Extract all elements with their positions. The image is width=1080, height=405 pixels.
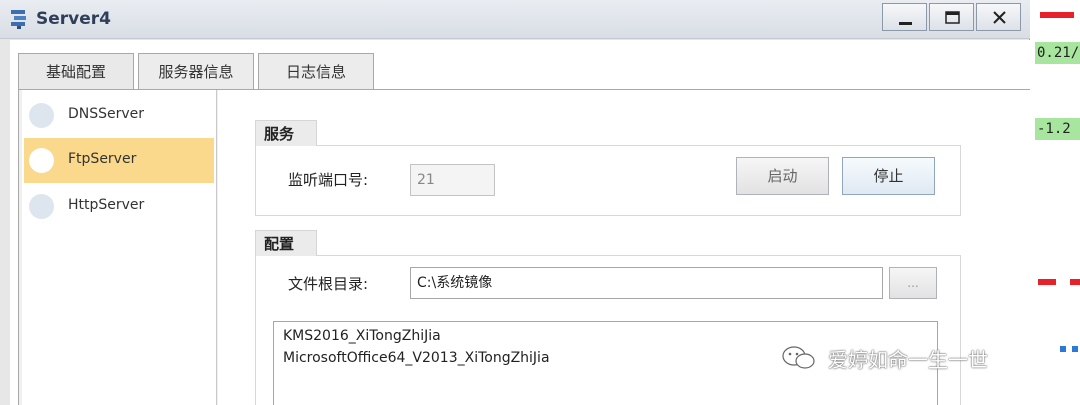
maximize-button[interactable]: [929, 3, 974, 31]
browse-button[interactable]: ...: [889, 267, 937, 299]
server-app-icon: [11, 10, 26, 29]
link-segment: [1070, 279, 1080, 285]
watermark-text: 爱婷如命一生一世: [828, 348, 988, 372]
server-list: DNSServer FtpServer HttpServer: [22, 90, 217, 405]
list-item-label: FtpServer: [68, 151, 137, 167]
minimize-icon: [899, 22, 912, 25]
list-item-dnsserver[interactable]: DNSServer: [24, 93, 214, 138]
title-bar[interactable]: Server4: [0, 0, 1030, 39]
tab-server-info[interactable]: 服务器信息: [138, 53, 254, 89]
background-topology-canvas: 0.21/ -1.2: [1030, 0, 1080, 405]
status-circle-icon: [29, 148, 54, 173]
list-item[interactable]: MicrosoftOffice64_V2013_XiTongZhiJia: [283, 350, 550, 366]
link-segment: [1040, 12, 1074, 18]
list-item-httpserver[interactable]: HttpServer: [24, 184, 214, 229]
minimize-button[interactable]: [882, 3, 927, 31]
stop-button[interactable]: 停止: [842, 157, 935, 195]
ip-label-2: -1.2: [1035, 118, 1080, 140]
status-circle-icon: [29, 194, 54, 219]
wechat-icon: [782, 346, 815, 369]
config-group-heading: 配置: [255, 230, 317, 256]
start-button[interactable]: 启动: [736, 157, 829, 195]
close-icon: [993, 11, 1006, 24]
close-button[interactable]: [976, 3, 1021, 31]
tab-basic-config[interactable]: 基础配置: [18, 53, 134, 90]
link-dot: [1072, 346, 1078, 352]
port-label: 监听端口号:: [288, 171, 369, 189]
link-dot: [1060, 346, 1066, 352]
list-item-label: HttpServer: [68, 197, 145, 213]
service-group-heading: 服务: [255, 120, 317, 146]
port-input[interactable]: 21: [410, 164, 495, 196]
status-circle-icon: [29, 103, 54, 128]
ip-label-1: 0.21/: [1035, 42, 1080, 64]
maximize-icon: [945, 11, 960, 24]
list-item[interactable]: KMS2016_XiTongZhiJia: [283, 328, 441, 344]
tab-log-info[interactable]: 日志信息: [258, 53, 374, 89]
root-dir-input[interactable]: C:\系统镜像: [410, 267, 883, 299]
link-segment: [1038, 279, 1056, 285]
root-dir-label: 文件根目录:: [288, 275, 369, 293]
list-item-ftpserver[interactable]: FtpServer: [24, 138, 214, 183]
window-title: Server4: [36, 9, 111, 29]
list-item-label: DNSServer: [68, 106, 145, 122]
